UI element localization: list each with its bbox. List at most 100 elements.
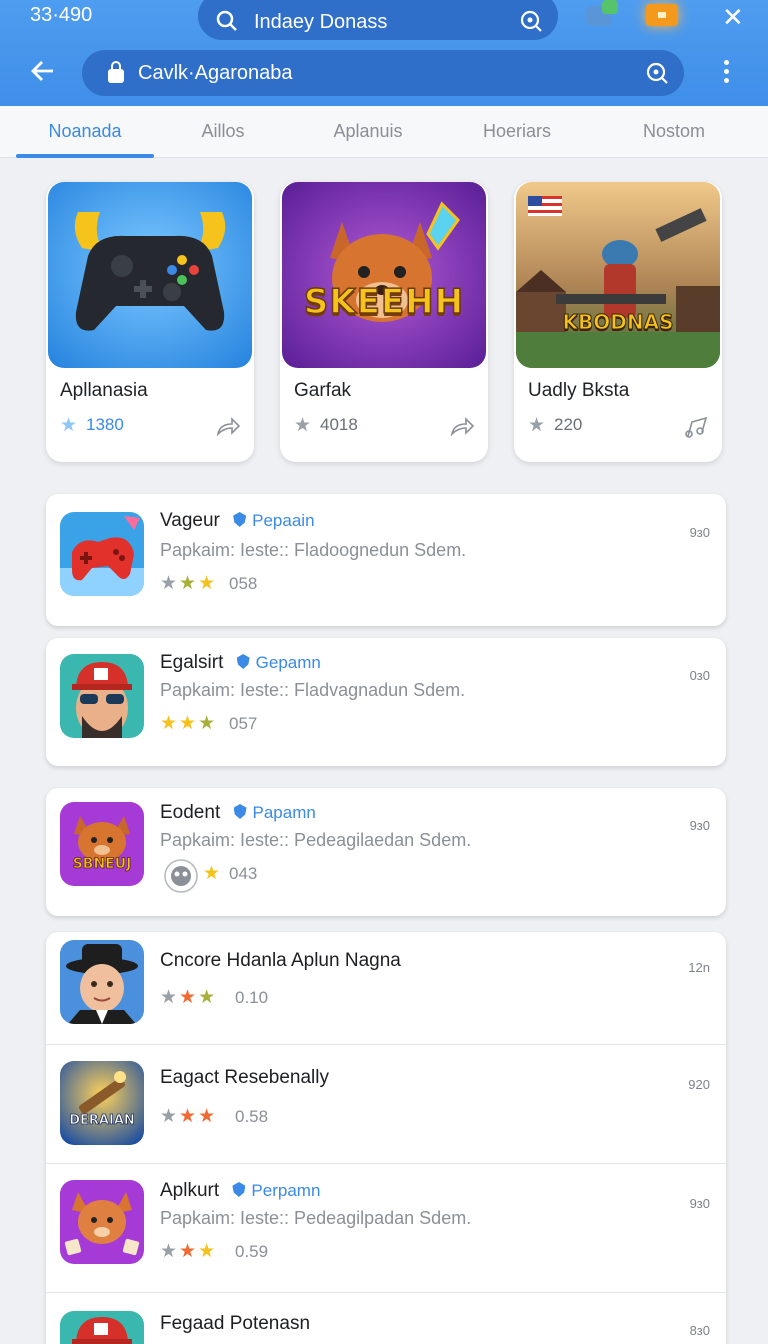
lens-search-icon[interactable] [520, 10, 542, 32]
app-size: 920 [688, 1077, 710, 1092]
app-name: Aplkurt [160, 1180, 220, 1201]
tab-aplanuis[interactable]: Aplanuis [306, 106, 430, 158]
list-item[interactable]: Fegaad Potenasn 8з0 [46, 1293, 726, 1344]
verified-check-icon [233, 512, 247, 527]
list-item[interactable]: Cncore Hdanla Aplun Nagna ★★★ 0.10 12n [46, 932, 726, 1044]
app-size: 9з0 [689, 1196, 710, 1211]
verified-publisher[interactable]: Papamn [233, 803, 316, 823]
publisher-name: Gepamn [255, 653, 321, 672]
featured-card[interactable]: Apllanasia ★ 1380 [46, 182, 254, 462]
chat-icon[interactable] [586, 0, 618, 26]
top-search-text: Indaey Donass [254, 11, 388, 33]
star-icon: ★ [528, 415, 546, 436]
featured-card[interactable]: KBODNAS Uadly Bksta ★ 220 [514, 182, 722, 462]
app-name: Cncore Hdanla Aplun Nagna [160, 950, 401, 971]
tab-nostom[interactable]: Nostom [604, 106, 744, 158]
list-item[interactable]: Vageur Pepaain Papkaim: Ieste:: Fladoogn… [46, 494, 726, 626]
app-name: Vageur [160, 510, 220, 531]
featured-count: 1380 [86, 415, 124, 434]
rating-value: 0.10 [235, 988, 269, 1007]
app-name: Eagact Resebenally [160, 1067, 329, 1088]
list-item[interactable]: SBNEUJ Eodent Papamn Papkaim: Ieste:: Pe… [46, 788, 726, 916]
app-name: Fegaad Potenasn [160, 1313, 311, 1334]
url-bar[interactable]: Cavlk·Agaronaba [82, 50, 684, 96]
app-name-row: Vageur Pepaain [160, 510, 315, 532]
overflow-menu-icon[interactable] [716, 60, 736, 90]
app-description: Papkaim: Ieste:: Pedeagilaedan Sdem. [160, 830, 472, 850]
art-title: KBODNAS [562, 310, 674, 335]
app-icon: SBNEUJ [60, 802, 144, 886]
music-note-icon[interactable] [684, 416, 708, 438]
active-tab-indicator [16, 154, 154, 158]
verified-publisher[interactable]: Pepaain [233, 511, 315, 531]
featured-count: 220 [554, 415, 583, 434]
fox-game-art: SKEEHH [282, 182, 486, 368]
search-icon [216, 10, 238, 32]
icon-text: SBNEUJ [72, 856, 132, 873]
rating-value: 057 [229, 714, 258, 733]
app-name-row: Aplkurt Perpamn [160, 1180, 320, 1202]
rating-value: 058 [229, 574, 258, 593]
avatar-placeholder-icon [163, 858, 199, 894]
url-text: Cavlk·Agaronaba [138, 62, 293, 84]
app-name: Eodent [160, 802, 221, 823]
share-icon[interactable] [450, 416, 474, 436]
top-search-field[interactable]: Indaey Donass [198, 0, 558, 40]
star-rating: ★★★ [160, 987, 218, 1008]
tab-hoeriars[interactable]: Hoeriars [456, 106, 578, 158]
app-size: 9з0 [689, 818, 710, 833]
verified-publisher[interactable]: Gepamn [236, 653, 321, 673]
app-size: 0з0 [689, 668, 710, 683]
list-item[interactable]: Aplkurt Perpamn Papkaim: Ieste:: Pedeagi… [46, 1164, 726, 1292]
featured-title: Uadly Bksta [528, 380, 630, 401]
publisher-name: Perpamn [251, 1181, 321, 1200]
app-name-row: Eodent Papamn [160, 802, 316, 824]
star-rating: ★★★ [160, 1106, 218, 1127]
icon-text: DERAIAN [69, 1113, 135, 1129]
status-time: 33·490 [30, 4, 93, 26]
star-icon: ★ [294, 415, 312, 436]
back-arrow-icon[interactable] [30, 58, 56, 84]
app-size: 8з0 [689, 1323, 710, 1338]
star-rating: ★★★ [160, 1241, 218, 1262]
publisher-name: Pepaain [252, 511, 315, 530]
app-description: Papkaim: Ieste:: Fladvagnadun Sdem. [160, 680, 466, 700]
share-icon[interactable] [216, 416, 240, 436]
star-rating: ★★★ [160, 713, 218, 734]
app-icon [60, 1180, 144, 1264]
lens-search-icon[interactable] [646, 62, 668, 84]
category-tabs: Noanada Aillos Aplanuis Hoeriars Nostom [0, 106, 768, 158]
game-controller-art [48, 182, 252, 368]
app-icon [60, 512, 144, 596]
verified-publisher[interactable]: Perpamn [232, 1181, 320, 1201]
featured-title: Apllanasia [60, 380, 148, 401]
app-size: 12n [688, 960, 710, 975]
publisher-name: Papamn [252, 803, 316, 822]
app-icon [60, 1311, 144, 1344]
list-item[interactable]: Egalsirt Gepamn Papkaim: Ieste:: Fladvag… [46, 638, 726, 766]
tab-aillos[interactable]: Aillos [170, 106, 276, 158]
art-title: SKEEHH [303, 281, 465, 323]
rating-value: 0.58 [235, 1107, 269, 1126]
app-size: 9з0 [689, 525, 710, 540]
verified-check-icon [236, 654, 250, 669]
verified-check-icon [233, 804, 247, 819]
close-icon[interactable]: ✕ [722, 2, 744, 33]
notification-icon[interactable] [646, 4, 678, 26]
star-rating: ★ [203, 863, 223, 884]
app-name: Egalsirt [160, 652, 224, 673]
battle-game-art: KBODNAS [516, 182, 720, 368]
app-description: Papkaim: Ieste:: Pedeagilpadan Sdem. [160, 1208, 472, 1228]
rating-value: 0.59 [235, 1242, 269, 1261]
featured-card[interactable]: SKEEHH Garfak ★ 4018 [280, 182, 488, 462]
lock-icon [108, 61, 124, 83]
list-item[interactable]: DERAIAN Eagact Resebenally ★★★ 0.58 920 [46, 1045, 726, 1163]
app-icon [60, 940, 144, 1024]
tab-noanada[interactable]: Noanada [16, 106, 154, 158]
rating-value: 043 [229, 864, 258, 883]
star-icon: ★ [60, 415, 78, 436]
app-icon: DERAIAN [60, 1061, 144, 1145]
app-icon [60, 654, 144, 738]
app-description: Papkaim: Ieste:: Fladoognedun Sdem. [160, 540, 467, 560]
featured-title: Garfak [294, 380, 352, 401]
